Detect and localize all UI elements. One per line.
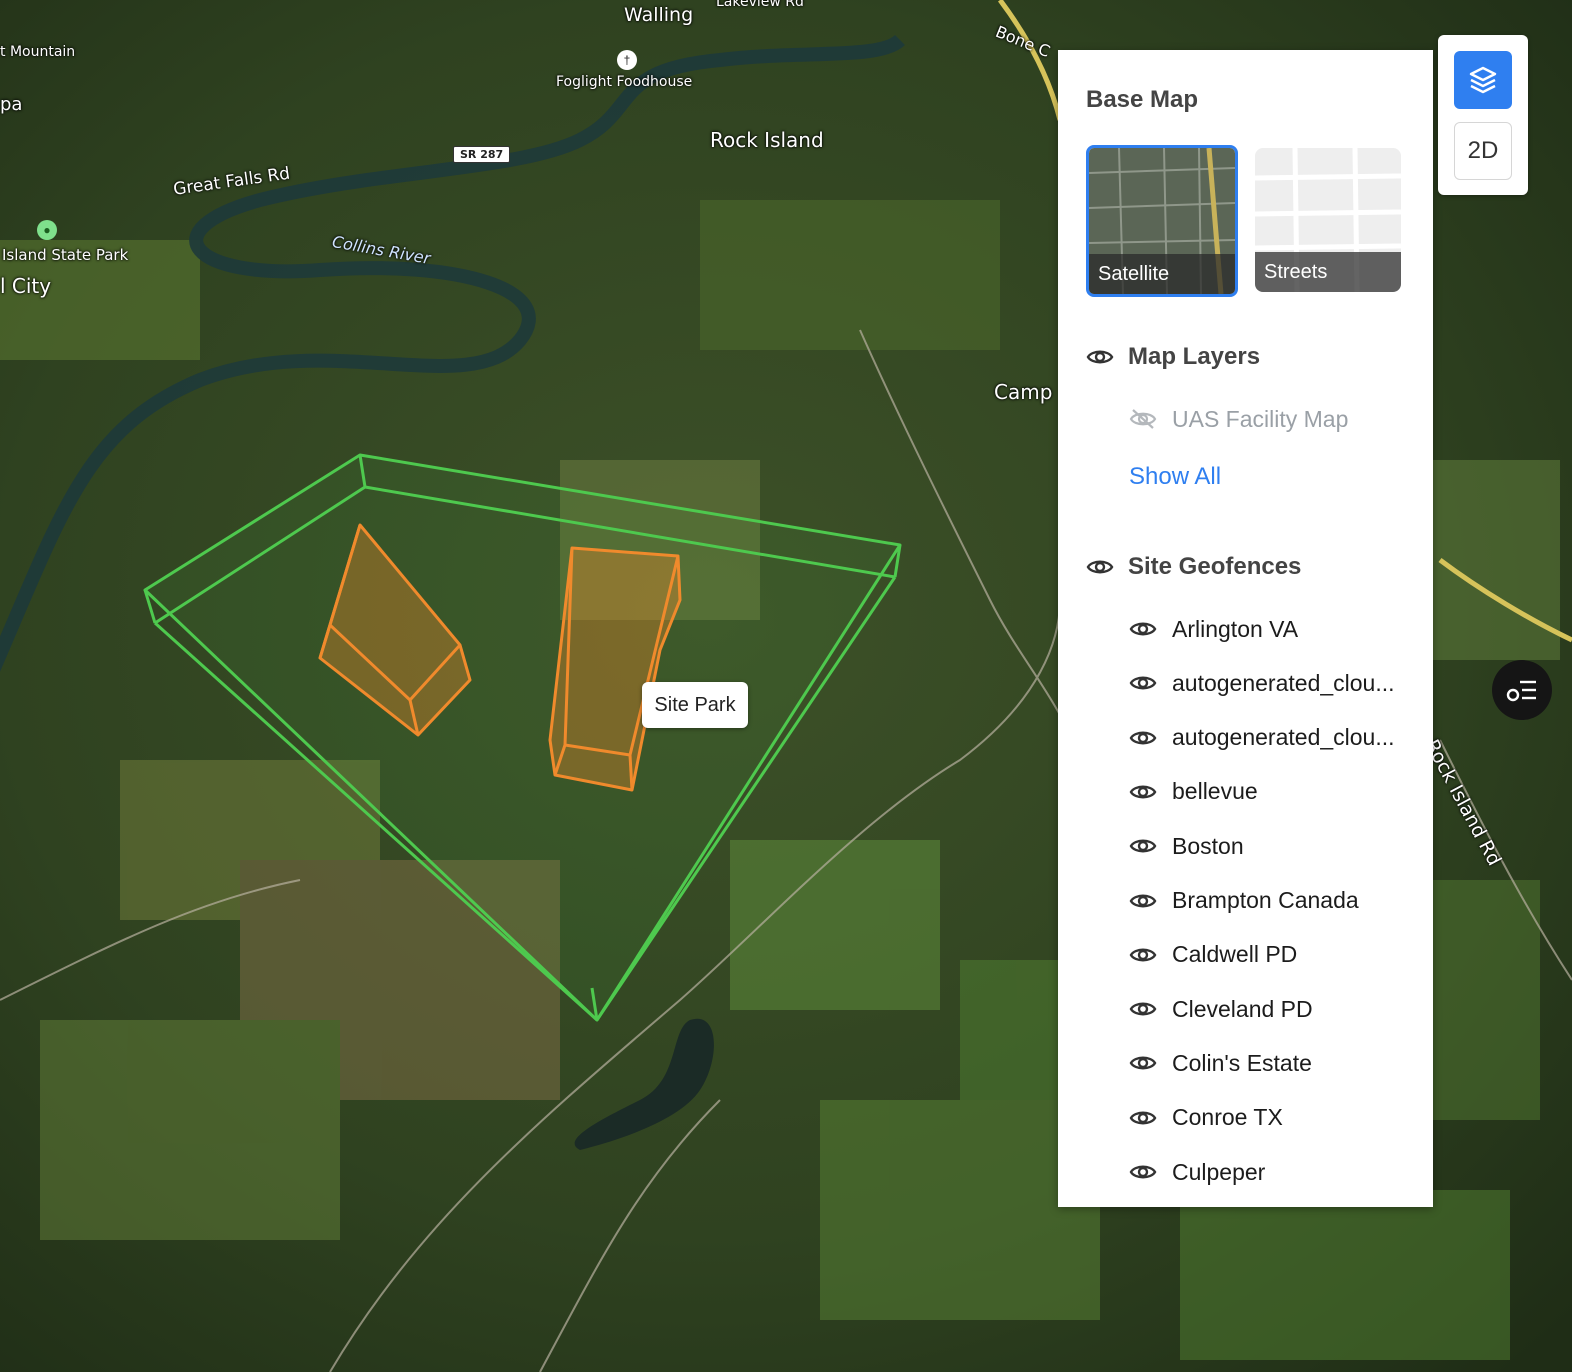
eye-icon — [1086, 350, 1114, 364]
layers-panel: Base Map Satellite Streets Map Layers UA… — [1058, 50, 1433, 1207]
geofence-item[interactable]: Cleveland PD — [1129, 992, 1313, 1026]
eye-icon — [1129, 894, 1157, 907]
map-label-foodhouse: Foglight Foodhouse — [556, 74, 693, 90]
map-label-mountain: t Mountain — [0, 44, 76, 60]
eye-icon — [1129, 731, 1157, 745]
site-geofences-header[interactable]: Site Geofences — [1086, 551, 1301, 583]
eye-icon — [1129, 622, 1157, 636]
basemap-streets[interactable]: Streets — [1255, 148, 1401, 292]
geofence-item[interactable]: Arlington VA — [1129, 612, 1298, 646]
geofence-label: Culpeper — [1172, 1158, 1266, 1185]
geofence-label: Conroe TX — [1172, 1104, 1283, 1131]
layers-icon — [1469, 66, 1497, 94]
eye-icon — [1129, 1002, 1157, 1016]
legend-button[interactable] — [1492, 660, 1552, 720]
geofence-item[interactable]: bellevue — [1129, 775, 1258, 809]
eye-icon — [1129, 676, 1157, 690]
map-label-rock-island: Rock Island — [710, 128, 824, 152]
base-map-title: Base Map — [1086, 86, 1199, 113]
map-label-lakeview: Lakeview Rd — [716, 0, 804, 10]
layer-uas-facility-map[interactable]: UAS Facility Map — [1129, 402, 1348, 436]
map-label-pa: pa — [0, 94, 23, 115]
eye-icon — [1129, 948, 1157, 962]
legend-filter-icon — [1506, 680, 1536, 702]
basemap-satellite-label: Satellite — [1089, 254, 1235, 294]
geofence-item[interactable]: Caldwell PD — [1129, 938, 1297, 972]
geofence-item[interactable]: Colin's Estate — [1129, 1046, 1312, 1080]
restaurant-icon: † — [617, 50, 637, 70]
eye-icon — [1129, 1056, 1157, 1070]
show-all-link[interactable]: Show All — [1129, 463, 1221, 491]
geofence-item[interactable]: autogenerated_clou... — [1129, 721, 1395, 755]
map-label-city: l City — [0, 274, 52, 298]
geofence-label: Brampton Canada — [1172, 887, 1359, 913]
route-shield: SR 287 — [453, 146, 511, 163]
geofence-item[interactable]: Brampton Canada — [1129, 884, 1359, 918]
view-mode-toggle[interactable]: 2D — [1454, 122, 1512, 180]
site-geofences-title: Site Geofences — [1128, 553, 1302, 580]
basemap-satellite[interactable]: Satellite — [1086, 145, 1238, 297]
park-icon: ● — [37, 220, 57, 240]
geofence-label: Caldwell PD — [1172, 941, 1298, 968]
map-label-state-park: Island State Park — [2, 246, 129, 264]
basemap-streets-label: Streets — [1255, 252, 1401, 292]
geofence-label: bellevue — [1172, 778, 1258, 805]
eye-icon — [1129, 839, 1157, 853]
geofence-label: Arlington VA — [1172, 615, 1299, 642]
map-controls: 2D — [1438, 35, 1528, 195]
map-layers-title: Map Layers — [1128, 343, 1261, 370]
eye-icon — [1129, 1111, 1157, 1125]
geofence-label: Colin's Estate — [1172, 1049, 1312, 1076]
geofence-item[interactable]: Boston — [1129, 829, 1244, 863]
geofence-item[interactable]: Culpeper — [1129, 1155, 1265, 1189]
site-park-tooltip[interactable]: Site Park — [642, 682, 748, 728]
layer-label: UAS Facility Map — [1172, 405, 1349, 432]
geofence-item[interactable]: autogenerated_clou... — [1129, 666, 1395, 700]
geofence-label: autogenerated_clou... — [1172, 724, 1395, 751]
geofence-label: Cleveland PD — [1172, 995, 1313, 1022]
map-label-camp: Camp — [994, 380, 1053, 404]
eye-icon — [1129, 1165, 1157, 1179]
map-label-walling: Walling — [624, 4, 694, 26]
map-layers-header[interactable]: Map Layers — [1086, 341, 1260, 373]
geofence-label: Boston — [1172, 832, 1244, 859]
layers-button[interactable] — [1454, 51, 1512, 109]
eye-off-icon — [1129, 409, 1157, 429]
geofence-item[interactable]: Conroe TX — [1129, 1101, 1283, 1135]
eye-icon — [1086, 560, 1114, 574]
geofence-label: autogenerated_clou... — [1172, 669, 1395, 696]
eye-icon — [1129, 785, 1157, 799]
